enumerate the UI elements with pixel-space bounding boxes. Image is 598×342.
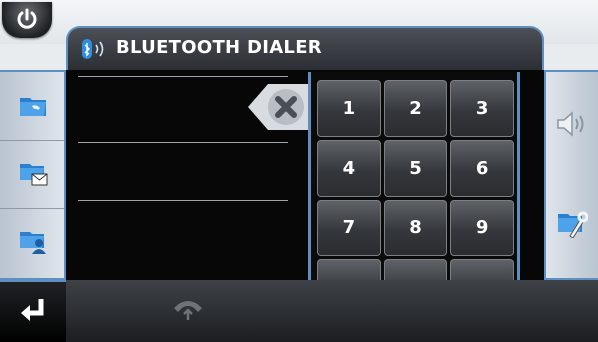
key-7[interactable]: 7 (317, 199, 381, 257)
bluetooth-signal-icon (82, 39, 104, 59)
messages-folder-icon (20, 164, 48, 186)
page-title: BLUETOOTH DIALER (116, 37, 322, 58)
power-icon (17, 8, 37, 29)
speaker-icon (557, 111, 584, 137)
bottom-bar (66, 280, 598, 342)
key-3[interactable]: 3 (450, 80, 514, 137)
settings-folder-icon (558, 211, 588, 238)
key-8[interactable]: 8 (383, 199, 448, 257)
back-button[interactable] (0, 280, 66, 342)
volume-button[interactable] (546, 72, 598, 176)
key-6[interactable]: 6 (450, 139, 514, 197)
settings-button[interactable] (546, 176, 598, 280)
number-field-line (78, 76, 288, 77)
contacts-folder-icon (20, 232, 46, 254)
number-field-line (78, 142, 288, 143)
backspace-button[interactable] (246, 80, 312, 134)
key-9[interactable]: 9 (450, 199, 514, 257)
right-sidebar (544, 70, 598, 280)
call-button[interactable] (170, 294, 206, 322)
key-1[interactable]: 1 (317, 80, 381, 137)
title-bar: BLUETOOTH DIALER (66, 26, 544, 70)
power-button[interactable] (2, 2, 52, 38)
sidebar-item-contacts[interactable] (0, 208, 64, 276)
sidebar-item-phonebook[interactable] (0, 72, 64, 141)
phonebook-folder-icon (20, 98, 46, 116)
key-2[interactable]: 2 (383, 80, 448, 137)
left-sidebar (0, 70, 66, 280)
number-field-line (78, 200, 288, 201)
key-4[interactable]: 4 (317, 139, 381, 197)
return-arrow-icon (21, 299, 44, 321)
sidebar-item-messages[interactable] (0, 140, 64, 209)
key-5[interactable]: 5 (383, 139, 448, 197)
